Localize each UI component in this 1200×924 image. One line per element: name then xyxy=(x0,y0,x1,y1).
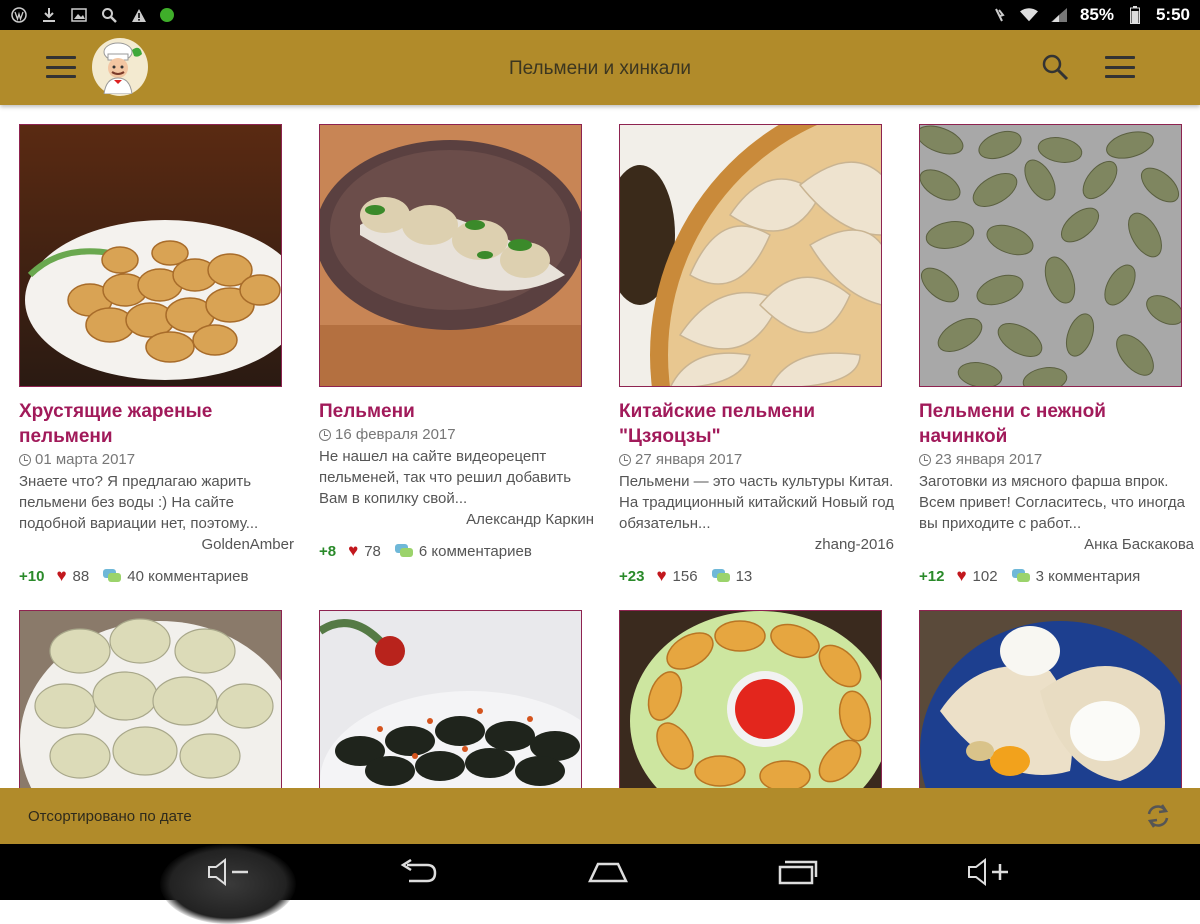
recipe-card[interactable]: Пельмени 16 февраля 2017 Не нашел на сай… xyxy=(319,124,594,562)
recipe-likes: 78 xyxy=(364,542,381,560)
comments-icon xyxy=(711,569,730,583)
recipe-date-text: 16 февраля 2017 xyxy=(335,426,456,443)
recipe-date: 23 января 2017 xyxy=(919,449,1194,471)
heart-icon: ♥ xyxy=(656,566,667,585)
recipe-date: 01 марта 2017 xyxy=(19,449,294,471)
recipe-score: +23 xyxy=(619,567,645,585)
recipe-image[interactable] xyxy=(619,610,882,788)
recipe-card[interactable] xyxy=(619,610,894,788)
recipe-author[interactable]: Александр Каркин xyxy=(319,509,594,530)
recipe-comments[interactable]: 40 комментариев xyxy=(127,568,248,585)
search-icon[interactable] xyxy=(1040,52,1070,82)
chef-logo[interactable] xyxy=(92,38,148,96)
recipe-stats: +23 ♥ 156 13 xyxy=(619,565,894,587)
wordpress-icon xyxy=(10,6,28,24)
recipe-date-text: 23 января 2017 xyxy=(935,451,1043,468)
recipe-date: 27 января 2017 xyxy=(619,449,894,471)
recipe-title[interactable]: Пельмени с нежной начинкой xyxy=(919,399,1194,449)
comments-icon xyxy=(1011,569,1030,583)
recipe-author[interactable]: Анка Баскакова xyxy=(919,534,1194,555)
search-notification-icon xyxy=(100,6,118,24)
signal-icon xyxy=(1050,6,1068,24)
clock-icon xyxy=(619,454,631,466)
clock: 5:50 xyxy=(1155,5,1190,24)
recipe-image[interactable] xyxy=(919,124,1182,387)
recipe-date: 16 февраля 2017 xyxy=(319,424,594,446)
recipe-card[interactable] xyxy=(19,610,294,788)
silent-icon xyxy=(990,6,1008,24)
recipe-stats: +10 ♥ 88 40 комментариев xyxy=(19,565,294,587)
recipe-description: Пельмени — это часть культуры Китая. На … xyxy=(619,473,894,532)
refresh-icon[interactable] xyxy=(1144,802,1172,830)
recipe-author[interactable]: zhang-2016 xyxy=(619,534,894,555)
recipe-card[interactable]: Пельмени с нежной начинкой 23 января 201… xyxy=(919,124,1194,587)
recipe-description: Знаете что? Я предлагаю жарить пельмени … xyxy=(19,473,259,532)
recipe-score: +12 xyxy=(919,567,945,585)
recipe-likes: 102 xyxy=(972,567,998,585)
recipe-date-text: 01 марта 2017 xyxy=(35,451,136,468)
status-bar-system: 85% 5:50 xyxy=(990,5,1190,25)
recipe-likes: 88 xyxy=(72,567,90,585)
app-toolbar: Пельмени и хинкали xyxy=(0,30,1200,105)
recipe-stats: +12 ♥ 102 3 комментария xyxy=(919,565,1194,587)
menu-icon[interactable] xyxy=(46,56,76,78)
page-title: Пельмени и хинкали xyxy=(508,58,692,79)
app-notification-icon xyxy=(160,8,174,22)
recipe-comments[interactable]: 6 комментариев xyxy=(419,543,532,560)
clock-icon xyxy=(19,454,31,466)
comments-icon xyxy=(394,544,413,558)
recipe-title[interactable]: Пельмени xyxy=(319,399,594,424)
recipe-title[interactable]: Китайские пельмени "Цзяоцзы" xyxy=(619,399,894,449)
heart-icon: ♥ xyxy=(348,541,359,560)
recipe-card[interactable] xyxy=(319,610,594,788)
recipe-image[interactable] xyxy=(319,124,582,387)
recipe-author[interactable]: GoldenAmber xyxy=(19,534,294,555)
image-icon xyxy=(70,6,88,24)
recipe-comments[interactable]: 3 комментария xyxy=(1036,568,1141,585)
recipe-stats: +8 ♥ 78 6 комментариев xyxy=(319,540,594,562)
recipe-grid: Хрустящие жареные пельмени 01 марта 2017… xyxy=(0,105,1200,788)
recents-icon[interactable] xyxy=(748,844,848,900)
status-bar-notifications xyxy=(10,6,174,24)
recipe-description: Не нашел на сайте видеорецепт пельменей,… xyxy=(319,448,572,507)
recipe-title[interactable]: Хрустящие жареные пельмени xyxy=(19,399,294,449)
recipe-comments[interactable]: 13 xyxy=(736,568,753,585)
heart-icon: ♥ xyxy=(56,566,67,585)
recipe-image[interactable] xyxy=(919,610,1182,788)
recipe-image[interactable] xyxy=(19,610,282,788)
recipe-card[interactable]: Хрустящие жареные пельмени 01 марта 2017… xyxy=(19,124,294,587)
recipe-card[interactable] xyxy=(919,610,1194,788)
home-icon[interactable] xyxy=(558,844,658,900)
battery-icon xyxy=(1126,6,1144,24)
overflow-menu-icon[interactable] xyxy=(1105,56,1135,78)
recipe-description: Заготовки из мясного фарша впрок. Всем п… xyxy=(919,473,1185,532)
recipe-card[interactable]: Китайские пельмени "Цзяоцзы" 27 января 2… xyxy=(619,124,894,587)
clock-icon xyxy=(919,454,931,466)
battery-level: 85% xyxy=(1079,5,1114,24)
recipe-likes: 156 xyxy=(672,567,698,585)
comments-icon xyxy=(103,569,122,583)
warning-icon xyxy=(130,6,148,24)
recipe-score: +10 xyxy=(19,567,45,585)
recipe-image[interactable] xyxy=(619,124,882,387)
clock-icon xyxy=(319,429,331,441)
wifi-icon xyxy=(1019,6,1038,24)
recipe-date-text: 27 января 2017 xyxy=(635,451,743,468)
sort-bar: Отсортировано по дате xyxy=(0,788,1200,844)
heart-icon: ♥ xyxy=(956,566,967,585)
status-bar: 85% 5:50 xyxy=(0,0,1200,30)
download-icon xyxy=(40,6,58,24)
volume-down-icon[interactable] xyxy=(178,844,278,900)
volume-up-icon[interactable] xyxy=(938,844,1038,900)
recipe-image[interactable] xyxy=(19,124,282,387)
sort-label[interactable]: Отсортировано по дате xyxy=(28,808,192,825)
back-icon[interactable] xyxy=(368,844,468,900)
recipe-score: +8 xyxy=(319,542,337,560)
recipe-image[interactable] xyxy=(319,610,582,788)
